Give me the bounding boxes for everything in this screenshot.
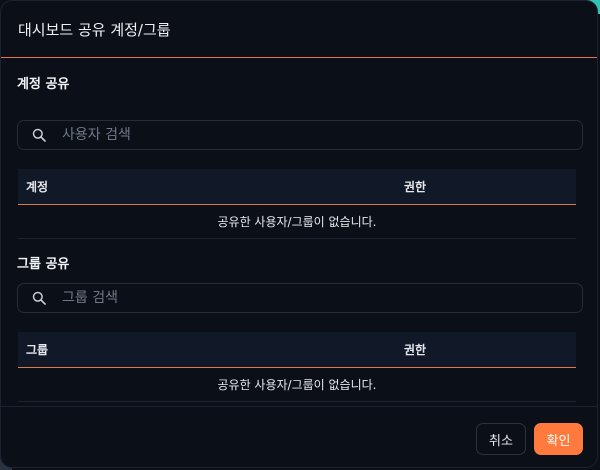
group-search-box[interactable] — [17, 283, 583, 313]
account-table: 계정 권한 공유한 사용자/그룹이 없습니다. — [18, 169, 576, 239]
group-table: 그룹 권한 공유한 사용자/그룹이 없습니다. — [18, 332, 576, 402]
column-header-group: 그룹 — [26, 343, 49, 357]
search-icon — [32, 128, 46, 142]
dialog-footer: 취소 확인 — [1, 406, 597, 467]
account-search-box[interactable] — [17, 120, 583, 150]
dialog-title: 대시보드 공유 계정/그룹 — [1, 1, 597, 58]
account-table-header: 계정 권한 — [18, 169, 576, 205]
group-table-empty-message: 공유한 사용자/그룹이 없습니다. — [18, 368, 576, 402]
account-search-input[interactable] — [60, 126, 544, 144]
account-share-section: 계정 공유 계정 권한 공유한 사용자/그룹이 없습니다. — [1, 76, 597, 239]
column-header-permission: 권한 — [404, 180, 427, 194]
group-share-section: 그룹 공유 그룹 권한 공유한 사용자/그룹이 없습니다. — [1, 256, 597, 402]
cancel-button[interactable]: 취소 — [476, 423, 526, 455]
group-search-input[interactable] — [60, 289, 544, 307]
column-header-permission: 권한 — [404, 343, 427, 357]
account-share-title: 계정 공유 — [17, 77, 70, 92]
account-table-empty-message: 공유한 사용자/그룹이 없습니다. — [18, 205, 576, 239]
share-dialog: 대시보드 공유 계정/그룹 계정 공유 계정 권한 공유한 사용자/그룹이 없습… — [0, 0, 598, 468]
group-share-title: 그룹 공유 — [17, 257, 70, 272]
confirm-button[interactable]: 확인 — [534, 423, 583, 455]
column-header-account: 계정 — [26, 180, 49, 194]
search-icon — [32, 291, 46, 305]
group-table-header: 그룹 권한 — [18, 332, 576, 368]
